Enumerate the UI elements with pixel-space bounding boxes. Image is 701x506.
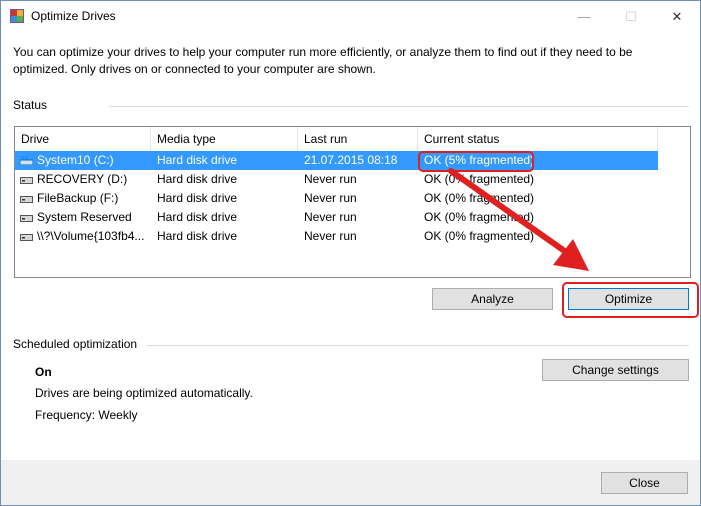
column-header-current-status[interactable]: Current status [418,127,658,151]
scheduled-group-label: Scheduled optimization [13,337,138,351]
drive-name: RECOVERY (D:) [37,172,128,186]
media-type: Hard disk drive [157,172,238,186]
analyze-button[interactable]: Analyze [432,288,553,310]
media-type: Hard disk drive [157,191,238,205]
defrag-app-icon [10,9,24,23]
column-header-last-run[interactable]: Last run [298,127,418,151]
last-run: Never run [304,172,357,186]
drive-name: \\?\Volume{103fb4... [37,229,145,243]
status-group-label: Status [13,98,48,112]
schedule-state: On [35,365,52,379]
drive-icon [20,177,33,184]
drive-icon [20,234,33,241]
annotation-arrow-icon [448,168,589,271]
change-settings-button[interactable]: Change settings [542,359,689,381]
column-header-media-type[interactable]: Media type [151,127,298,151]
optimize-drives-window: Optimize Drives — ☐ ✕ You can optimize y… [0,0,701,506]
status-divider [109,106,689,107]
last-run: 21.07.2015 08:18 [304,153,398,167]
close-window-button[interactable]: ✕ [654,1,700,32]
drive-name: System Reserved [37,210,132,224]
maximize-button[interactable]: ☐ [608,1,654,32]
drive-name: System10 (C:) [37,153,114,167]
last-run: Never run [304,210,357,224]
title-bar[interactable]: Optimize Drives — ☐ ✕ [1,1,700,32]
media-type: Hard disk drive [157,229,238,243]
schedule-frequency: Frequency: Weekly [35,408,138,422]
media-type: Hard disk drive [157,210,238,224]
intro-text: You can optimize your drives to help you… [13,45,633,76]
drive-name: FileBackup (F:) [37,191,119,205]
close-icon: ✕ [671,8,683,24]
last-run: Never run [304,229,357,243]
last-run: Never run [304,191,357,205]
drive-icon [20,215,33,222]
schedule-description: Drives are being optimized automatically… [35,386,253,400]
dialog-footer: Close [1,460,700,505]
optimize-annotation-box [562,282,699,318]
minimize-button[interactable]: — [561,1,607,32]
drive-icon [20,196,33,203]
window-title: Optimize Drives [31,9,116,23]
scheduled-divider [147,345,689,346]
maximize-icon: ☐ [625,8,637,24]
close-button[interactable]: Close [601,472,688,494]
media-type: Hard disk drive [157,153,238,167]
windows-drive-icon [20,156,33,165]
minimize-icon: — [577,9,591,24]
column-header-drive[interactable]: Drive [15,127,151,151]
